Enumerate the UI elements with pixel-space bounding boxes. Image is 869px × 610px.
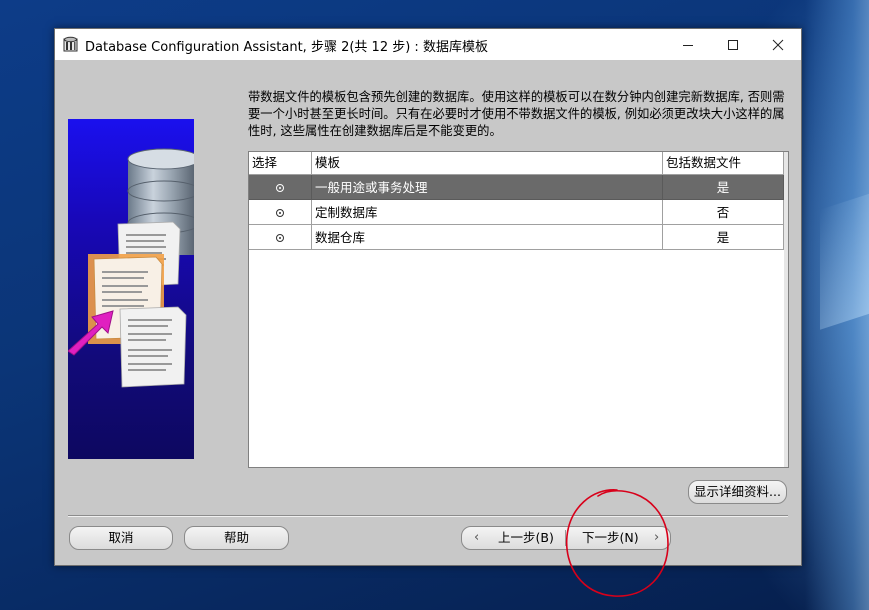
radio-button[interactable] [276, 208, 284, 217]
template-name: 数据仓库 [312, 225, 663, 250]
select-radio-cell[interactable] [249, 175, 312, 200]
minimize-button[interactable] [665, 29, 711, 60]
select-radio-cell[interactable] [249, 225, 312, 250]
chevron-right-icon: › [654, 530, 660, 545]
database-documents-illustration [68, 148, 194, 388]
table-header: 选择 模板 包括数据文件 [249, 152, 788, 175]
dbca-window: Database Configuration Assistant, 步骤 2(共… [54, 28, 802, 566]
select-radio-cell[interactable] [249, 200, 312, 225]
column-header-includes-datafiles[interactable]: 包括数据文件 [663, 152, 784, 174]
includes-datafiles-value: 是 [663, 225, 784, 250]
next-button[interactable]: 下一步(N) › [566, 527, 670, 549]
table-row[interactable]: 一般用途或事务处理 是 [249, 175, 784, 200]
column-header-template[interactable]: 模板 [312, 152, 663, 174]
back-button-label: 上一步(B) [498, 530, 554, 545]
radio-button-selected[interactable] [276, 183, 284, 192]
intro-description: 带数据文件的模板包含预先创建的数据库。使用这样的模板可以在数分钟内创建完新数据库… [248, 90, 785, 138]
title-bar[interactable]: Database Configuration Assistant, 步骤 2(共… [55, 29, 801, 60]
template-name: 定制数据库 [312, 200, 663, 225]
table-row[interactable]: 定制数据库 否 [249, 200, 784, 225]
navigation-button-group: ‹ 上一步(B) 下一步(N) › [461, 526, 671, 550]
show-details-button[interactable]: 显示详细资料... [688, 480, 787, 504]
column-header-select[interactable]: 选择 [249, 152, 312, 174]
database-app-icon [63, 36, 78, 52]
maximize-button[interactable] [710, 29, 756, 60]
template-table: 选择 模板 包括数据文件 一般用途或事务处理 是 定制数据库 否 数据仓库 是 [248, 151, 789, 468]
close-icon [772, 39, 784, 50]
template-name: 一般用途或事务处理 [312, 175, 663, 200]
includes-datafiles-value: 是 [663, 175, 784, 200]
wallpaper-light-pane [820, 190, 869, 330]
wizard-illustration [68, 119, 194, 459]
back-button[interactable]: ‹ 上一步(B) [462, 527, 565, 549]
close-button[interactable] [755, 29, 801, 60]
table-scroll-edge[interactable] [784, 152, 788, 467]
includes-datafiles-value: 否 [663, 200, 784, 225]
maximize-icon [728, 39, 738, 50]
button-bar-separator [68, 515, 788, 517]
table-row[interactable]: 数据仓库 是 [249, 225, 784, 250]
minimize-icon [683, 44, 693, 46]
window-title: Database Configuration Assistant, 步骤 2(共… [85, 40, 488, 55]
radio-button[interactable] [276, 233, 284, 242]
next-button-label: 下一步(N) [582, 530, 639, 545]
cancel-button[interactable]: 取消 [69, 526, 173, 550]
chevron-left-icon: ‹ [474, 530, 480, 545]
help-button[interactable]: 帮助 [184, 526, 289, 550]
wizard-content: 带数据文件的模板包含预先创建的数据库。使用这样的模板可以在数分钟内创建完新数据库… [55, 60, 801, 565]
